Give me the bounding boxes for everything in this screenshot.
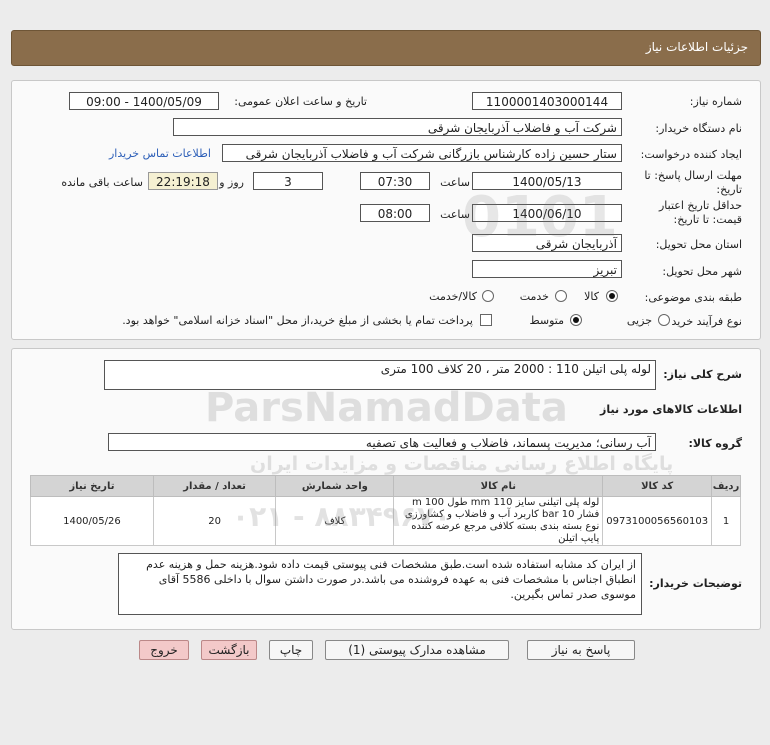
cell-qty: 20 (152, 496, 277, 546)
buyer-contact-link[interactable]: اطلاعات تماس خریدار (109, 147, 211, 160)
days-label: روز و (219, 176, 244, 189)
deadline-time-label: ساعت (440, 176, 470, 189)
exit-button[interactable]: خروج (139, 640, 189, 660)
process-radio-medium[interactable] (570, 314, 582, 326)
treasury-payment-checkbox[interactable] (480, 314, 492, 326)
category-label: طبقه بندی موضوعی: (644, 291, 742, 304)
cell-code: 0973100056560103 (602, 496, 713, 546)
deadline-date-field: 1400/05/13 (472, 172, 622, 190)
process-option-medium: متوسط (529, 314, 564, 327)
category-radio-service[interactable] (555, 290, 567, 302)
buyer-label: نام دستگاه خریدار: (655, 122, 742, 135)
validity-date-field: 1400/06/10 (472, 204, 622, 222)
remaining-time-field: 22:19:18 (148, 172, 218, 190)
reply-button[interactable]: پاسخ به نیاز (527, 640, 635, 660)
validity-time-label: ساعت (440, 208, 470, 221)
announce-field: 1400/05/09 - 09:00 (69, 92, 219, 110)
col-date: تاریخ نیاز (30, 475, 154, 497)
validity-label-line1: حداقل تاریخ اعتبار (658, 199, 742, 212)
creator-field: ستار حسین زاده کارشناس بازرگانی شرکت آب … (222, 144, 622, 162)
validity-label-line2: قیمت: تا تاریخ: (673, 213, 742, 226)
col-row: ردیف (711, 475, 741, 497)
creator-label: ایجاد کننده درخواست: (640, 148, 742, 161)
buyer-notes-field: از ایران کد مشابه استفاده شده است.طبق مش… (118, 553, 642, 615)
days-field: 3 (253, 172, 323, 190)
category-radio-goods[interactable] (606, 290, 618, 302)
cell-row: 1 (711, 496, 741, 546)
cell-name: لوله پلی اتیلنی سایز 110 mm طول 100 m فش… (393, 496, 604, 546)
print-button[interactable]: چاپ (269, 640, 313, 660)
goods-group-field: آب رسانی؛ مدیریت پسماند، فاضلاب و فعالیت… (108, 433, 656, 451)
category-option-service: خدمت (519, 290, 549, 303)
page-header: جزئیات اطلاعات نیاز (11, 30, 761, 66)
col-code: کد کالا (602, 475, 713, 497)
description-label: شرح کلی نیاز: (663, 368, 742, 381)
process-radio-minor[interactable] (658, 314, 670, 326)
col-qty: تعداد / مقدار (152, 475, 277, 497)
process-label: نوع فرآیند خرید : (664, 315, 742, 328)
remaining-label: ساعت باقی مانده (61, 176, 143, 189)
deadline-label-line2: تاریخ: (716, 183, 742, 196)
category-option-goods: کالا (584, 290, 599, 303)
view-attachments-button[interactable]: مشاهده مدارک پیوستی (1) (325, 640, 509, 660)
goods-group-label: گروه کالا: (688, 437, 742, 450)
process-option-minor: جزیی (626, 314, 652, 327)
page-title: جزئیات اطلاعات نیاز (645, 40, 748, 54)
back-button[interactable]: بازگشت (201, 640, 257, 660)
announce-label: تاریخ و ساعت اعلان عمومی: (234, 95, 367, 108)
deadline-label-line1: مهلت ارسال پاسخ: تا (644, 169, 742, 182)
city-label: شهر محل تحویل: (662, 265, 742, 278)
treasury-payment-note: پرداخت تمام یا بخشی از مبلغ خرید،از محل … (122, 314, 473, 327)
province-label: استان محل تحویل: (655, 238, 742, 251)
validity-time-field: 08:00 (360, 204, 430, 222)
city-field: تبریز (472, 260, 622, 278)
buyer-notes-label: توضیحات خریدار: (649, 577, 742, 590)
cell-date: 1400/05/26 (30, 496, 154, 546)
col-name: نام کالا (393, 475, 604, 497)
need-number-label: شماره نیاز: (689, 95, 742, 108)
table-row: 1 0973100056560103 لوله پلی اتیلنی سایز … (30, 496, 741, 546)
buyer-field: شرکت آب و فاضلاب آذربایجان شرقی (173, 118, 622, 136)
description-field: لوله پلی اتیلن 110 : 2000 متر ، 20 کلاف … (104, 360, 656, 390)
deadline-time-field: 07:30 (360, 172, 430, 190)
col-unit: واحد شمارش (275, 475, 395, 497)
goods-table-header: ردیف کد کالا نام کالا واحد شمارش تعداد /… (30, 475, 741, 497)
goods-info-title: اطلاعات کالاهای مورد نیاز (600, 403, 742, 416)
cell-unit: کلاف (275, 496, 395, 546)
category-option-goods-service: کالا/خدمت (429, 290, 477, 303)
goods-table: ردیف کد کالا نام کالا واحد شمارش تعداد /… (30, 475, 741, 546)
need-number-field: 1100001403000144 (472, 92, 622, 110)
category-radio-goods-service[interactable] (482, 290, 494, 302)
province-field: آذربایجان شرقی (472, 234, 622, 252)
